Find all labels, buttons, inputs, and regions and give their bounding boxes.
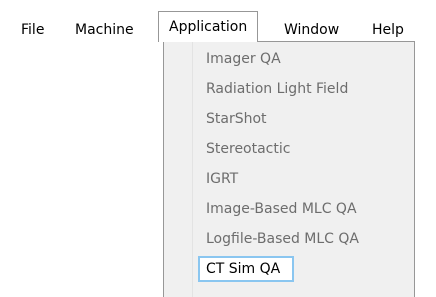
menu-item-label: StarShot bbox=[206, 111, 267, 127]
menu-item-label: Logfile-Based MLC QA bbox=[206, 231, 360, 247]
menu-item-ct-sim-qa[interactable]: CT Sim QA bbox=[164, 254, 414, 284]
menu-item-imager-qa[interactable]: Imager QA bbox=[164, 44, 414, 74]
menu-machine[interactable]: Machine bbox=[75, 21, 134, 39]
menu-bar: File Machine Application Window Help bbox=[0, 0, 436, 42]
menu-help[interactable]: Help bbox=[372, 21, 404, 39]
menu-item-label: Image-Based MLC QA bbox=[206, 201, 357, 217]
menu-item-logfile-based-mlc-qa[interactable]: Logfile-Based MLC QA bbox=[164, 224, 414, 254]
menu-item-label: Radiation Light Field bbox=[206, 81, 349, 97]
menu-item-label: CT Sim QA bbox=[206, 261, 281, 277]
menu-item-label: IGRT bbox=[206, 171, 239, 187]
application-dropdown-menu: Imager QA Radiation Light Field StarShot… bbox=[163, 41, 415, 297]
menu-file[interactable]: File bbox=[21, 21, 44, 39]
menu-item-label: Stereotactic bbox=[206, 141, 291, 157]
menu-item-starshot[interactable]: StarShot bbox=[164, 104, 414, 134]
menu-item-list: Imager QA Radiation Light Field StarShot… bbox=[164, 44, 414, 284]
menu-item-image-based-mlc-qa[interactable]: Image-Based MLC QA bbox=[164, 194, 414, 224]
menu-application[interactable]: Application bbox=[158, 11, 259, 42]
menu-window[interactable]: Window bbox=[284, 21, 339, 39]
menu-item-radiation-light-field[interactable]: Radiation Light Field bbox=[164, 74, 414, 104]
menu-item-label: Imager QA bbox=[206, 51, 281, 67]
menu-item-stereotactic[interactable]: Stereotactic bbox=[164, 134, 414, 164]
menu-item-igrt[interactable]: IGRT bbox=[164, 164, 414, 194]
